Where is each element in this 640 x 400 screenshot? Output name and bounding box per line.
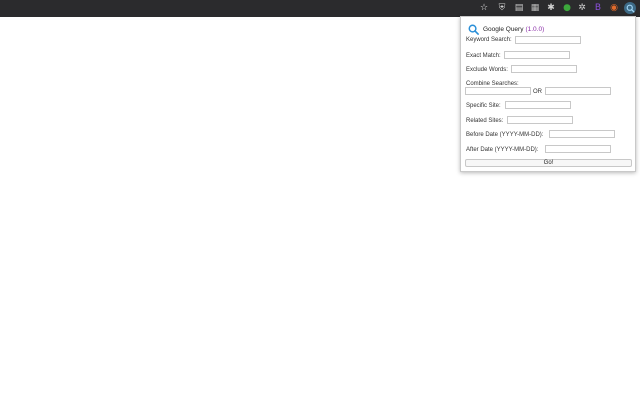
combine-search-right-input[interactable]: [545, 87, 611, 95]
google-query-popup: Google Query (1.0.0) Keyword Search: Exac…: [460, 16, 636, 172]
exact-match-label: Exact Match:: [466, 53, 501, 59]
puzzle-icon[interactable]: ▦: [530, 3, 540, 13]
specific-site-input[interactable]: [505, 101, 571, 109]
after-date-input[interactable]: [545, 145, 611, 153]
keyword-search-input[interactable]: [515, 36, 581, 44]
related-sites-input[interactable]: [507, 116, 573, 124]
specific-site-label: Specific Site:: [466, 103, 501, 109]
popup-header: Google Query (1.0.0): [468, 22, 544, 36]
after-date-label: After Date (YYYY-MM-DD):: [466, 147, 539, 153]
green-ext-icon[interactable]: ●: [562, 3, 572, 13]
or-label: OR: [533, 89, 542, 95]
popup-title: Google Query (1.0.0): [483, 26, 544, 33]
google-query-ext-icon[interactable]: [624, 2, 636, 14]
exclude-words-input[interactable]: [511, 65, 577, 73]
browser-toolbar: ☆ ⛨ ▤ ▦ ✱ ● ✲ B ◉ ▬: [0, 0, 640, 17]
keyword-search-label: Keyword Search:: [466, 37, 512, 43]
magnifier-icon: [626, 4, 635, 13]
before-date-input[interactable]: [549, 130, 615, 138]
shield-icon[interactable]: ⛨: [497, 3, 507, 13]
app-name: Google Query: [483, 25, 524, 33]
b-ext-icon[interactable]: B: [593, 3, 603, 13]
comment-icon[interactable]: ▤: [514, 3, 524, 13]
before-date-label: Before Date (YYYY-MM-DD):: [466, 132, 544, 138]
gear-icon[interactable]: ✲: [577, 3, 587, 13]
star-icon[interactable]: ☆: [479, 3, 489, 13]
app-version: (1.0.0): [525, 25, 545, 33]
settings-ext-icon[interactable]: ✱: [546, 3, 556, 13]
orange-ext-icon[interactable]: ◉: [609, 3, 619, 13]
search-icon: [468, 24, 479, 35]
go-button[interactable]: Go!: [465, 159, 632, 167]
exclude-words-label: Exclude Words:: [466, 67, 508, 73]
exact-match-input[interactable]: [504, 51, 570, 59]
related-sites-label: Related Sites:: [466, 118, 504, 124]
combine-search-left-input[interactable]: [465, 87, 531, 95]
